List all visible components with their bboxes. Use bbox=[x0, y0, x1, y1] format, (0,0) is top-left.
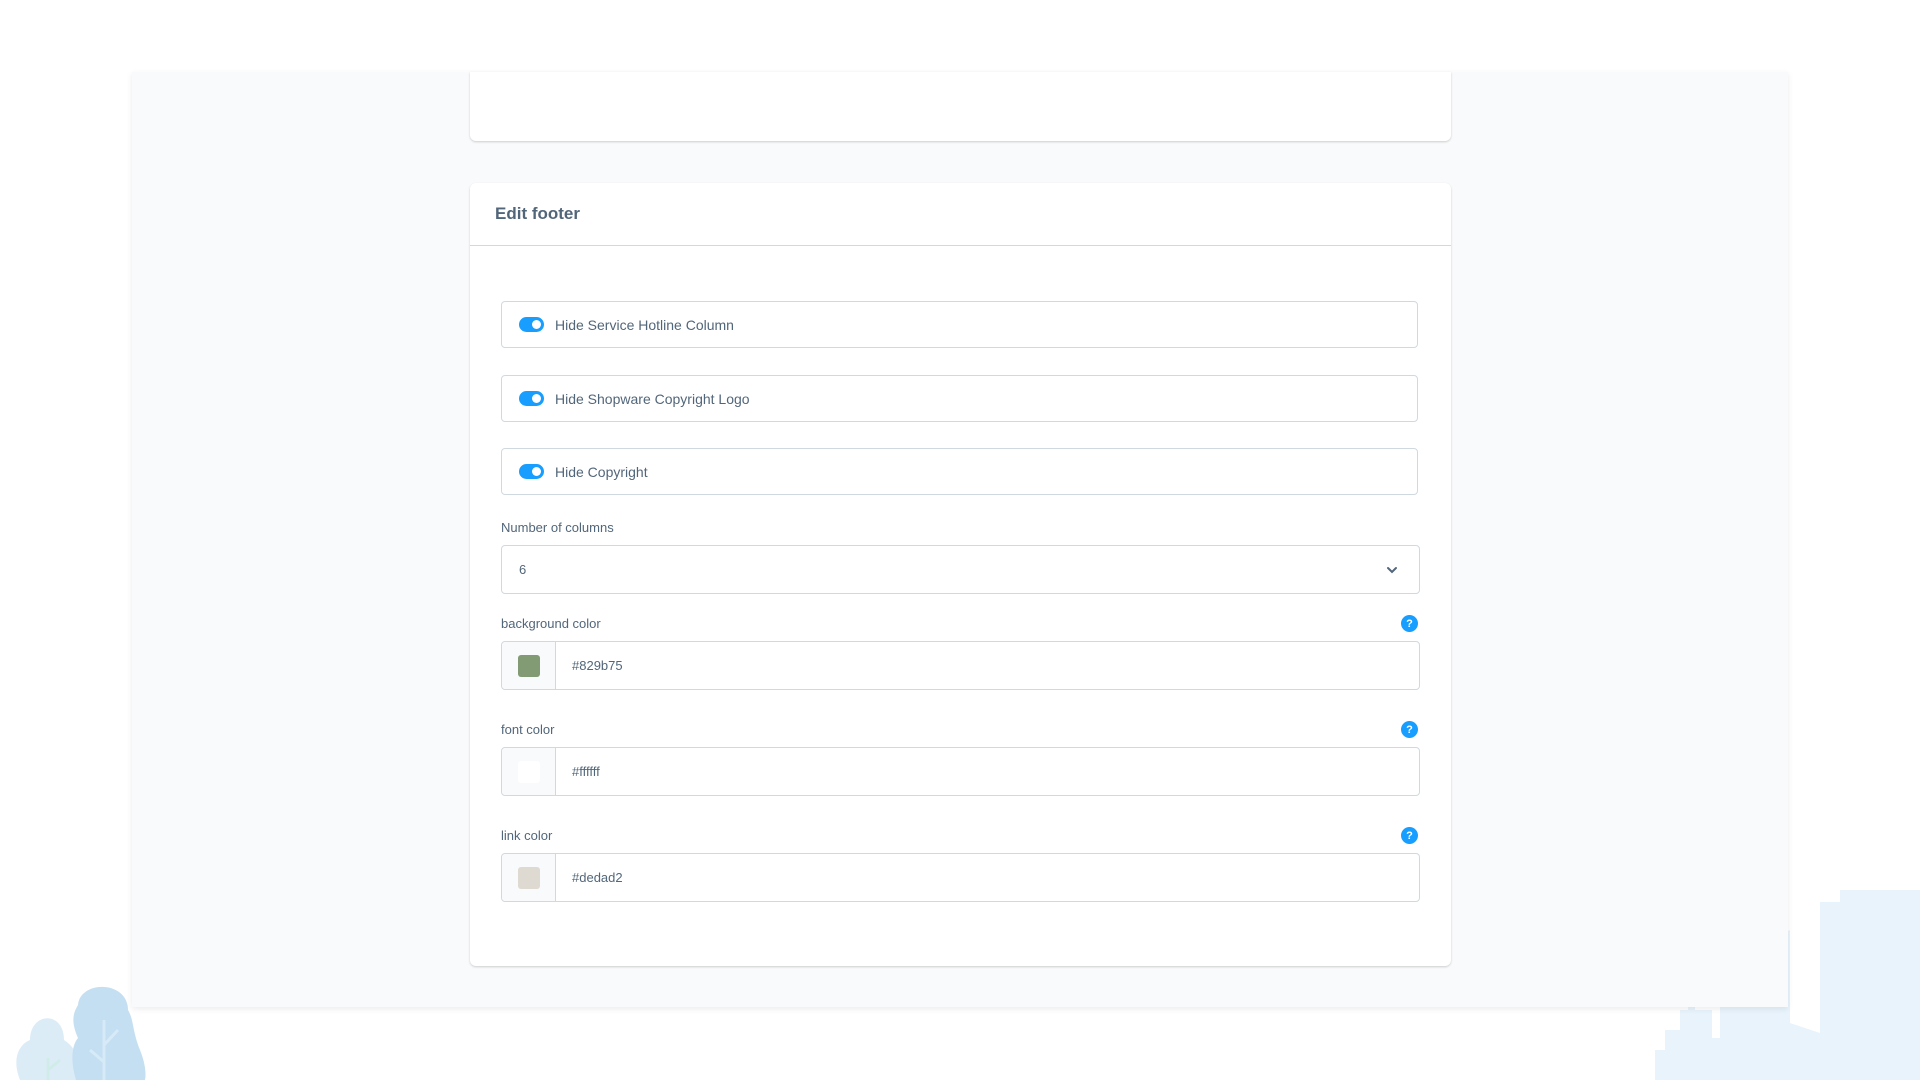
color-value[interactable]: #829b75 bbox=[556, 658, 623, 673]
toggle-hide-copyright[interactable]: Hide Copyright bbox=[501, 448, 1418, 495]
toggle-label: Hide Copyright bbox=[555, 463, 648, 480]
chevron-down-icon bbox=[1387, 567, 1397, 574]
toggle-switch[interactable] bbox=[519, 391, 544, 406]
link-color-label: link color bbox=[501, 828, 553, 843]
toggle-switch[interactable] bbox=[519, 317, 544, 332]
columns-select[interactable]: 6 bbox=[501, 545, 1420, 594]
previous-card bbox=[470, 72, 1451, 141]
toggle-hide-shopware-logo[interactable]: Hide Shopware Copyright Logo bbox=[501, 375, 1418, 422]
color-value[interactable]: #dedad2 bbox=[556, 870, 623, 885]
content-panel: Edit footer Hide Service Hotline Column … bbox=[132, 72, 1788, 1007]
color-value[interactable]: #ffffff bbox=[556, 764, 600, 779]
color-picker-trigger[interactable] bbox=[502, 642, 556, 689]
help-icon[interactable]: ? bbox=[1401, 615, 1418, 632]
help-icon[interactable]: ? bbox=[1401, 721, 1418, 738]
color-swatch bbox=[517, 654, 540, 677]
color-picker-trigger[interactable] bbox=[502, 854, 556, 901]
toggle-switch[interactable] bbox=[519, 464, 544, 479]
toggle-label: Hide Service Hotline Column bbox=[555, 316, 734, 333]
edit-footer-card: Edit footer Hide Service Hotline Column … bbox=[470, 183, 1451, 966]
columns-select-value: 6 bbox=[519, 562, 527, 577]
card-title: Edit footer bbox=[495, 204, 580, 223]
card-header: Edit footer bbox=[470, 183, 1451, 246]
color-swatch bbox=[517, 760, 540, 783]
link-color-field[interactable]: #dedad2 bbox=[501, 853, 1420, 902]
color-picker-trigger[interactable] bbox=[502, 748, 556, 795]
background-color-field[interactable]: #829b75 bbox=[501, 641, 1420, 690]
help-icon[interactable]: ? bbox=[1401, 827, 1418, 844]
toggle-hide-service-hotline[interactable]: Hide Service Hotline Column bbox=[501, 301, 1418, 348]
font-color-label: font color bbox=[501, 722, 555, 737]
background-color-label: background color bbox=[501, 616, 601, 631]
columns-label: Number of columns bbox=[501, 520, 614, 535]
color-swatch bbox=[517, 866, 540, 889]
font-color-field[interactable]: #ffffff bbox=[501, 747, 1420, 796]
toggle-label: Hide Shopware Copyright Logo bbox=[555, 390, 750, 407]
